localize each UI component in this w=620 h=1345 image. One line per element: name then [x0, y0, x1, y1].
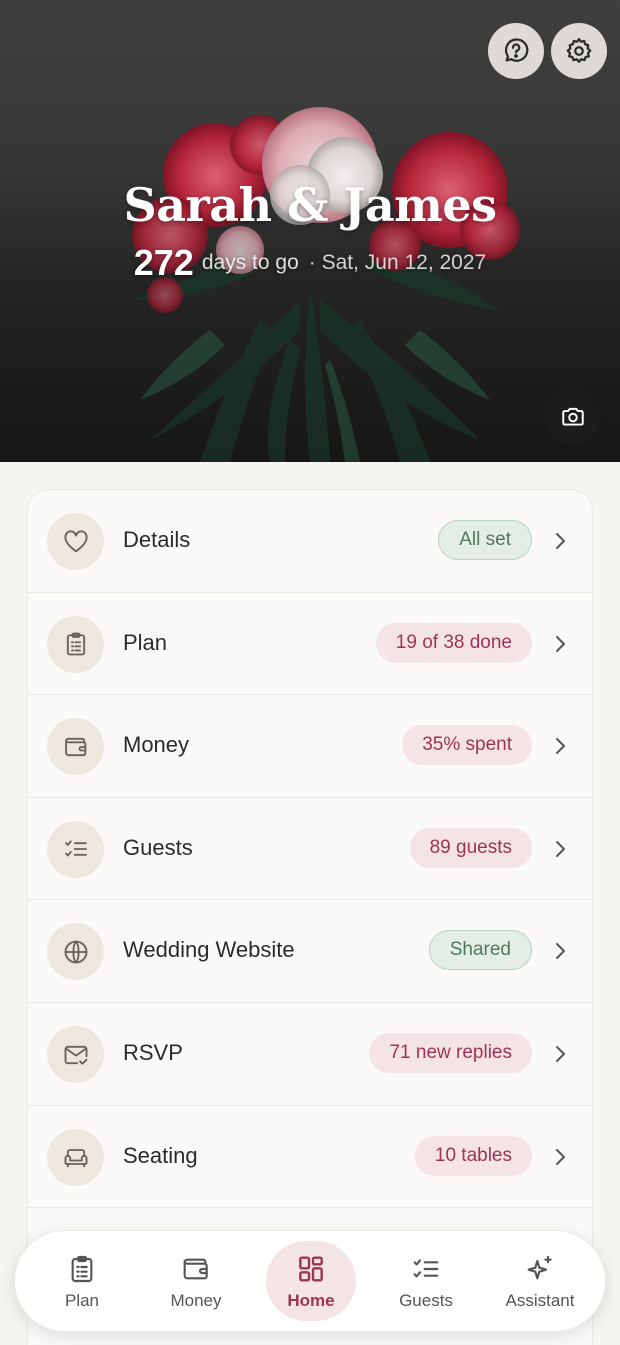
tab-plan[interactable]: Plan [37, 1241, 127, 1321]
tab-label: Plan [64, 1291, 100, 1310]
countdown: 272 days to go · Sat, Jun 12, 2027 [0, 242, 620, 284]
change-photo-button[interactable] [544, 388, 601, 445]
website-icon-circle [47, 923, 104, 981]
tab-home[interactable]: Home [266, 1241, 356, 1321]
status-badge: 71 new replies [369, 1033, 532, 1073]
sofa-icon [64, 1149, 87, 1168]
section-label: Details [123, 527, 191, 552]
clipboard-icon [71, 1255, 93, 1283]
section-label: RSVP [123, 1040, 183, 1065]
section-row-money[interactable]: Money 35% spent [28, 695, 592, 798]
plan-icon-circle [47, 615, 104, 673]
tab-assistant[interactable]: Assistant [495, 1241, 585, 1321]
tab-label: Money [170, 1291, 222, 1310]
globe-icon [64, 940, 87, 964]
checklist-icon [64, 840, 87, 857]
chevron-right-icon [556, 943, 565, 960]
section-row-rsvp[interactable]: RSVP 71 new replies [28, 1003, 592, 1106]
section-row-wedding-website[interactable]: Wedding Website Shared [28, 900, 592, 1003]
days-label: days to go [201, 251, 299, 274]
heart-icon [63, 529, 88, 552]
section-row-seating[interactable]: Seating 10 tables [28, 1106, 592, 1209]
checklist-icon [413, 1259, 439, 1278]
help-button[interactable] [488, 23, 544, 79]
tab-label: Assistant [505, 1291, 575, 1310]
status-badge: Shared [428, 930, 532, 971]
days-count: 272 [133, 242, 194, 283]
section-row-details[interactable]: Details All set [28, 490, 592, 593]
tab-guests[interactable]: Guests [381, 1241, 471, 1321]
details-icon-circle [47, 513, 104, 570]
section-row-guests[interactable]: Guests 89 guests [28, 798, 592, 901]
status-badge: All set [438, 520, 532, 560]
section-label: Money [123, 732, 190, 758]
tab-label: Guests [399, 1291, 453, 1310]
status-badge: 19 of 38 done [375, 622, 532, 663]
chevron-right-icon [556, 840, 565, 857]
seating-icon-circle [47, 1128, 104, 1186]
camera-icon [561, 407, 584, 426]
chevron-right-icon [556, 1148, 565, 1165]
chevron-right-icon [556, 738, 565, 755]
section-label: Seating [123, 1142, 198, 1168]
settings-button[interactable] [551, 23, 607, 79]
chevron-right-icon [556, 635, 565, 652]
section-label: Plan [123, 629, 168, 655]
section-row-plan[interactable]: Plan 19 of 38 done [28, 593, 592, 696]
mail-check-icon [64, 1045, 87, 1065]
wedding-date: · Sat, Jun 12, 2027 [308, 251, 487, 274]
grid-icon [299, 1256, 323, 1282]
wallet-icon [183, 1258, 208, 1280]
status-badge: 10 tables [414, 1135, 532, 1176]
section-label: Guests [123, 834, 193, 860]
chevron-right-icon [556, 1046, 565, 1062]
wallet-icon [64, 737, 86, 756]
bottom-tab-bar: Plan Money Home Guests Assistant [14, 1230, 606, 1332]
tab-label: Home [287, 1291, 335, 1310]
gear-icon [566, 38, 592, 63]
section-label: Wedding Website [123, 937, 295, 963]
money-icon-circle [47, 718, 104, 776]
tab-money[interactable]: Money [151, 1241, 241, 1321]
status-badge: 35% spent [402, 725, 532, 766]
status-badge: 89 guests [409, 827, 532, 868]
hero-banner: Sarah & James 272 days to go · Sat, Jun 12… [0, 0, 620, 462]
guests-icon-circle [47, 820, 104, 878]
chevron-right-icon [556, 533, 565, 549]
couple-names: Sarah & James [123, 178, 497, 232]
clipboard-icon [66, 632, 85, 656]
sparkles-icon [527, 1255, 552, 1280]
rsvp-icon-circle [47, 1026, 104, 1083]
help-chat-icon [504, 38, 529, 62]
sections-card: Details All set Plan 19 of 38 done Money… [27, 489, 593, 1345]
